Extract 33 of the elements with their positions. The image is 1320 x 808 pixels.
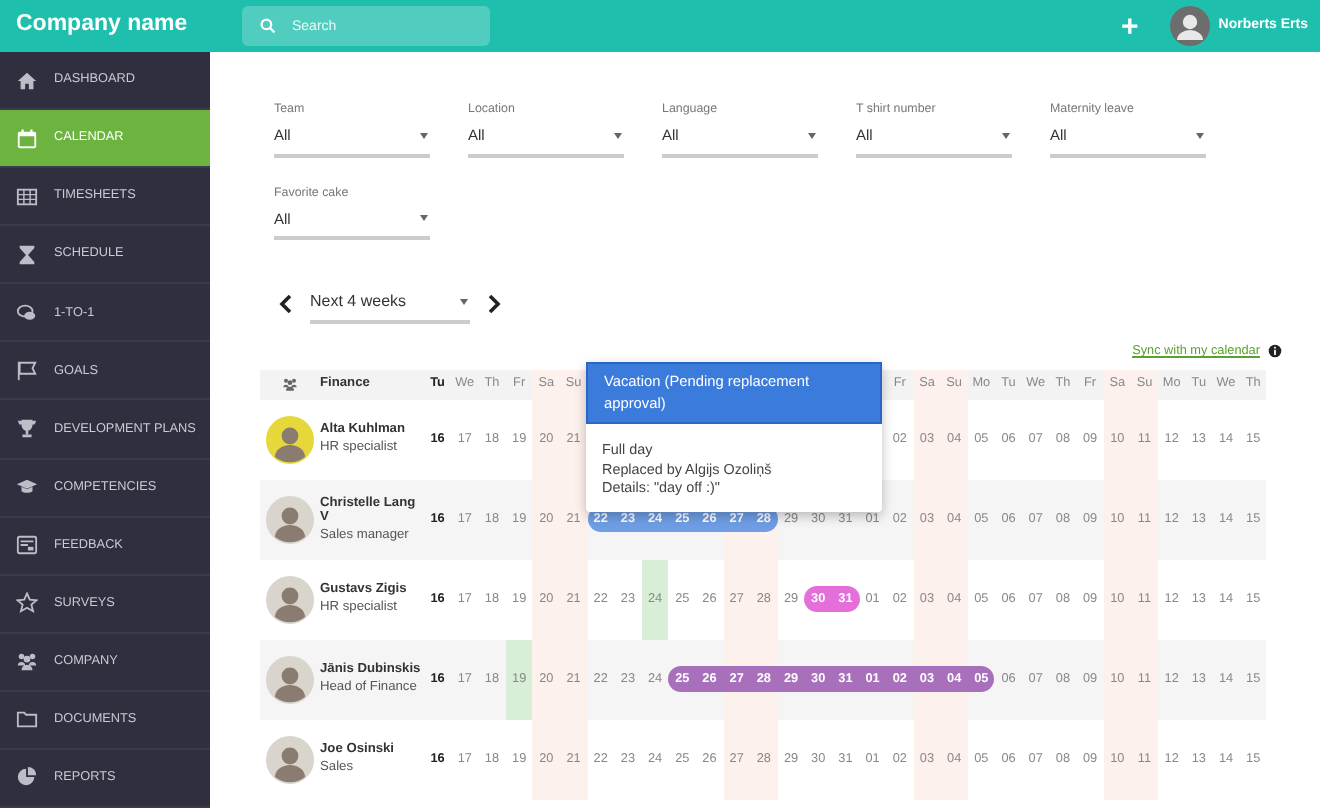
avatar [266,415,314,464]
avatar [266,655,314,704]
caret-icon [612,131,624,140]
home-icon [16,69,38,92]
caret-icon [806,131,818,140]
flag-icon [16,359,38,382]
pie-chart-icon [16,766,38,789]
chevron-left-icon[interactable] [278,294,294,315]
caret-icon [458,298,470,307]
info-icon [1268,344,1282,359]
chevron-right-icon[interactable] [486,294,502,315]
search-icon [260,18,276,34]
chat-icon [16,301,38,324]
avatar [266,575,314,624]
graduation-cap-icon [16,476,38,499]
form-icon [16,534,38,557]
people-icon [282,376,298,393]
caret-icon [1000,131,1012,140]
trophy-icon [16,418,38,440]
caret-icon [1194,131,1206,140]
caret-icon [418,214,430,223]
period-select[interactable]: Next 4 weeks [310,284,470,325]
hourglass-icon [16,243,38,266]
avatar [266,735,314,784]
star-icon [16,592,38,615]
grid-icon [16,185,38,208]
folder-icon [16,708,38,731]
people-icon [16,650,38,673]
brand-name: Company name [14,10,190,41]
calendar-icon [16,127,38,150]
caret-icon [418,131,430,140]
avatar [266,495,314,544]
avatar[interactable] [1170,6,1211,46]
